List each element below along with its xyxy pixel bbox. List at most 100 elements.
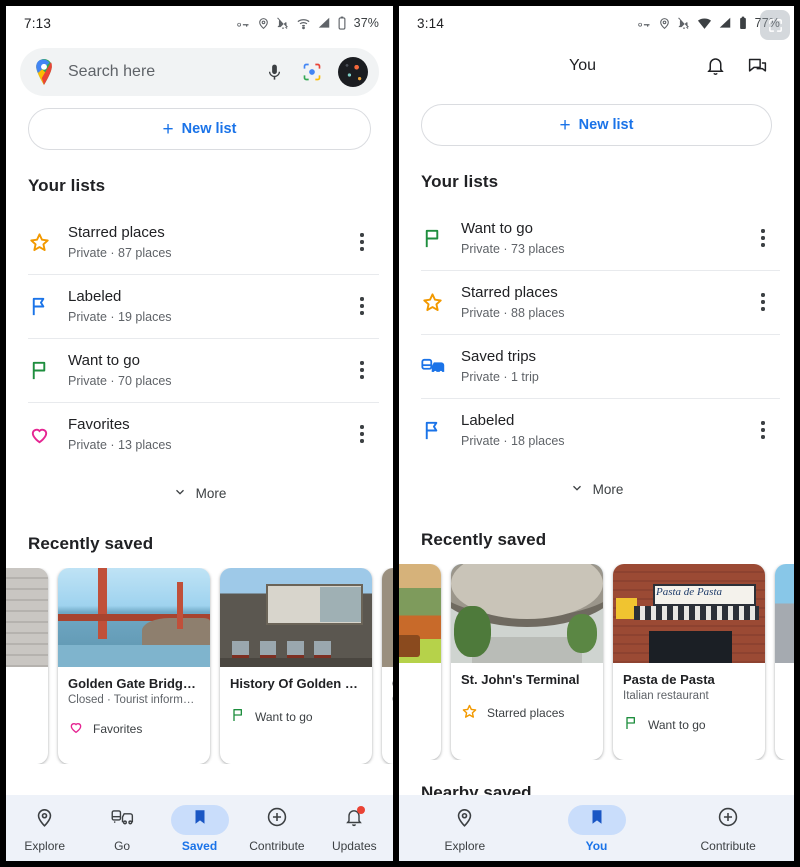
list-item-text: Labeled Private · 19 places (68, 288, 345, 324)
status-icon-group: 77% (637, 16, 780, 31)
vpn-key-icon (236, 16, 251, 31)
list-item-want-to-go[interactable]: Want to go Private · 70 places (6, 338, 393, 402)
place-card-golden-gate-bridge[interactable]: Golden Gate Bridge… Closed · Tourist inf… (58, 568, 210, 764)
flag-icon (623, 715, 639, 734)
overflow-menu-icon[interactable] (345, 222, 379, 262)
more-button[interactable]: More (6, 472, 393, 514)
plus-circle-icon (266, 806, 288, 833)
list-item-text: Starred places Private · 88 places (461, 284, 746, 320)
nav-item-updates[interactable]: Updates (316, 805, 393, 853)
nav-item-you[interactable]: You (531, 804, 663, 853)
notifications-bell-icon[interactable] (694, 45, 736, 87)
list-item-labeled[interactable]: Labeled Private · 18 places (399, 398, 794, 462)
place-card-image (6, 568, 48, 667)
place-card-tag-label: Favorites (93, 721, 143, 736)
nav-item-saved[interactable]: Saved (161, 804, 238, 853)
battery-icon (337, 16, 347, 30)
fullscreen-icon[interactable] (760, 10, 790, 40)
list-item-starred-places[interactable]: Starred places Private · 87 places (6, 210, 393, 274)
new-list-label: New list (578, 117, 634, 133)
place-card-tag-label: Starred places (487, 706, 565, 720)
list-item-text: Favorites Private · 13 places (68, 416, 345, 452)
overflow-menu-icon[interactable] (345, 286, 379, 326)
overflow-menu-icon[interactable] (746, 218, 780, 258)
place-card-subtitle: Closed · Tourist informat… (68, 694, 200, 706)
microphone-icon[interactable] (260, 58, 288, 86)
search-bar[interactable]: Search here (20, 48, 379, 96)
nav-item-go[interactable]: Go (83, 805, 160, 853)
place-card-title: Gale (392, 676, 393, 691)
lens-icon[interactable] (298, 58, 326, 86)
place-card-image (220, 568, 372, 667)
place-card-subtitle: nt (399, 690, 431, 702)
nav-item-contribute[interactable]: Contribute (238, 805, 315, 853)
place-card-body: History Of Golden G… Want to go (220, 667, 372, 726)
plus-circle-icon (717, 806, 739, 833)
list-item-title: Want to go (461, 220, 533, 238)
list-item-saved-trips[interactable]: Saved trips Private · 1 trip (399, 334, 794, 398)
list-item-title: Labeled (68, 288, 122, 306)
list-item-title: Labeled (461, 412, 515, 430)
maps-logo-icon (30, 58, 58, 86)
place-card-body: Pasta de Pasta Italian restaurant Want t… (613, 663, 765, 734)
place-card[interactable]: Gale Closed (382, 568, 393, 764)
list-item-starred-places[interactable]: Starred places Private · 88 places (399, 270, 794, 334)
nav-pill (699, 805, 757, 835)
your-lists-heading: Your lists (28, 176, 106, 195)
place-card-history-of-golden-gate[interactable]: History Of Golden G… Want to go (220, 568, 372, 764)
nav-item-contribute[interactable]: Contribute (662, 805, 794, 853)
nav-pill (325, 805, 383, 835)
nav-pill (16, 805, 74, 835)
place-card-title: St. John's Terminal (461, 672, 580, 687)
more-button[interactable]: More (399, 468, 794, 510)
overflow-menu-icon[interactable] (345, 414, 379, 454)
place-card-image: Pasta de Pasta (613, 564, 765, 663)
new-list-button[interactable]: + New list (421, 104, 772, 146)
nav-item-explore[interactable]: Explore (399, 805, 531, 853)
vpn-key-icon (637, 16, 652, 31)
overflow-menu-icon[interactable] (746, 410, 780, 450)
list-item-want-to-go[interactable]: Want to go Private · 73 places (399, 206, 794, 270)
place-card-tag-label: Want to go (648, 717, 706, 732)
list-item-subtitle: Private · 70 places (68, 373, 172, 388)
status-time: 7:13 (24, 15, 52, 31)
flag-icon (421, 227, 461, 250)
overflow-menu-icon[interactable] (746, 282, 780, 322)
list-item-subtitle: Private · 18 places (461, 433, 565, 448)
place-card-body (775, 663, 794, 672)
overflow-menu-icon[interactable] (345, 350, 379, 390)
list-item-title: Starred places (461, 284, 558, 302)
new-list-button[interactable]: + New list (28, 108, 371, 150)
nav-label: Saved (181, 838, 218, 853)
list-item-title: Favorites (68, 416, 130, 434)
left-status-bar: 7:13 37% (6, 6, 393, 40)
place-card-image (451, 564, 603, 663)
place-card-pasta-de-pasta[interactable]: Pasta de Pasta Pasta de Pasta Italian re… (613, 564, 765, 760)
place-card-st-johns-terminal[interactable]: St. John's Terminal Starred places (451, 564, 603, 760)
nav-item-explore[interactable]: Explore (6, 805, 83, 853)
right-spacer (399, 760, 794, 769)
search-placeholder[interactable]: Search here (68, 63, 250, 81)
list-item-subtitle: Private · 73 places (461, 241, 565, 256)
left-phone-frame: 7:13 37% Search here + New list Your lis… (0, 0, 396, 867)
place-card-image (382, 568, 393, 667)
recently-saved-heading: Recently saved (421, 530, 547, 549)
star-icon (28, 231, 68, 254)
nav-label: Contribute (700, 838, 756, 853)
left-screen: 7:13 37% Search here + New list Your lis… (6, 6, 393, 861)
place-card[interactable]: ... (6, 568, 48, 764)
right-recently-saved-carousel[interactable]: Eatery (… nt o St. John's Terminal (399, 564, 794, 760)
place-card-tag-label: Want to go (255, 709, 313, 724)
list-item-labeled[interactable]: Labeled Private · 19 places (6, 274, 393, 338)
chevron-down-icon (173, 485, 187, 502)
right-screen: 3:14 77% You + New list Your lists Want … (399, 6, 794, 861)
list-item-favorites[interactable]: Favorites Private · 13 places (6, 402, 393, 466)
avatar[interactable] (335, 54, 371, 90)
place-card[interactable]: Eatery (… nt o (399, 564, 441, 760)
place-card[interactable] (775, 564, 794, 760)
more-label: More (195, 485, 227, 501)
messages-chat-icon[interactable] (736, 45, 778, 87)
left-recently-saved-carousel[interactable]: ... Golden Gate Bridge… Closed · Tourist… (6, 568, 393, 764)
nav-pill (248, 805, 306, 835)
flag-icon (28, 359, 68, 382)
